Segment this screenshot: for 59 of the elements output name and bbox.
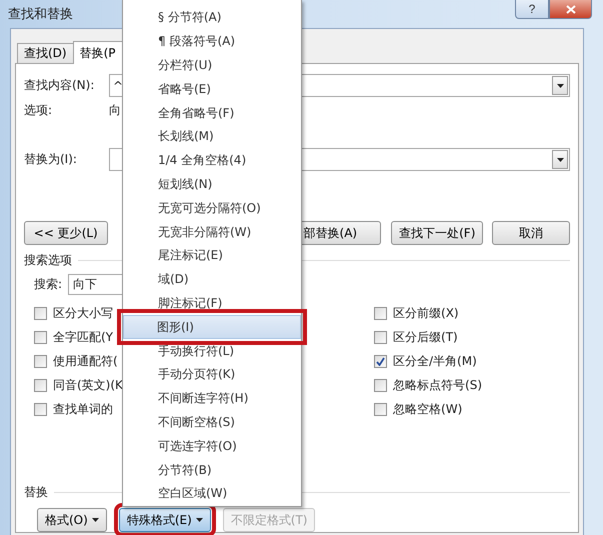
dialog-button[interactable]: 查找下一处(F): [391, 221, 484, 245]
window-title: 查找和替换: [8, 6, 73, 23]
dialog-button[interactable]: << 更少(L): [24, 221, 108, 245]
caret-icon: [556, 84, 564, 88]
menu-item[interactable]: 短划线(N): [125, 172, 299, 196]
menu-item[interactable]: 全角省略号(F): [125, 101, 299, 125]
section-heading: 搜索选项: [24, 252, 72, 268]
menu-item[interactable]: 1/4 全角空格(4): [125, 148, 299, 173]
menu-item[interactable]: ¶ 段落符号(A): [125, 30, 299, 54]
checkbox-label: 区分后缀(T): [393, 328, 458, 346]
close-button[interactable]: [549, 0, 592, 19]
checkbox-label: 区分前缀(X): [393, 304, 459, 322]
field-label: 查找内容(N):: [24, 77, 96, 94]
tab[interactable]: 替换(P: [72, 41, 123, 64]
menu-item[interactable]: 脚注标记(F): [125, 292, 299, 316]
checkbox-label: 全字匹配(Y: [53, 328, 114, 346]
checkbox[interactable]: [374, 402, 388, 416]
section-heading: 替换: [24, 484, 48, 500]
menu-item[interactable]: 不间断空格(S): [125, 410, 299, 434]
menu-item[interactable]: 尾注标记(E): [125, 244, 299, 268]
checkbox[interactable]: [374, 354, 388, 368]
dropdown-button[interactable]: 格式(O): [37, 508, 107, 532]
menu-item[interactable]: 分节符(B): [125, 458, 299, 482]
checkbox-label: 忽略标点符号(S): [393, 376, 482, 394]
close-icon: [566, 4, 576, 14]
menu-item[interactable]: 无宽可选分隔符(O): [125, 196, 299, 220]
checkbox-label: 同音(英文)(K: [53, 376, 123, 394]
field-label: 替换为(I):: [24, 151, 78, 168]
menu-item[interactable]: 空白区域(W): [125, 482, 299, 506]
menu-item[interactable]: 手动换行符(L): [125, 339, 299, 363]
checkbox-label: 忽略空格(W): [393, 400, 462, 418]
search-label: 搜索:: [34, 276, 62, 292]
menu-item[interactable]: 可选连字符(O): [125, 434, 299, 458]
checkbox-label: 查找单词的: [53, 400, 113, 418]
checkbox[interactable]: [34, 378, 47, 392]
checkbox-label: 区分全/半角(M): [393, 352, 477, 370]
options-value: 向: [109, 102, 121, 118]
checkbox[interactable]: [374, 306, 388, 320]
checkbox[interactable]: [34, 330, 47, 344]
checkbox[interactable]: [374, 378, 388, 392]
menu-item[interactable]: 不间断连字符(H): [125, 386, 299, 411]
menu-item[interactable]: 手动分页符(K): [125, 362, 299, 387]
caret-icon: [92, 518, 99, 522]
checkbox-label: 使用通配符(: [53, 352, 118, 370]
help-button[interactable]: ?: [515, 0, 549, 19]
tab[interactable]: 查找(D): [17, 43, 74, 63]
options-label: 选项:: [24, 102, 54, 118]
caret-icon: [196, 518, 203, 522]
dialog-button[interactable]: 取消: [492, 221, 570, 245]
checkbox[interactable]: [34, 402, 47, 416]
checkbox[interactable]: [34, 354, 47, 368]
checkbox[interactable]: [374, 330, 388, 344]
menu-item[interactable]: 无宽非分隔符(W): [125, 220, 299, 244]
format-button: 不限定格式(T): [222, 508, 316, 532]
caret-icon: [556, 158, 564, 162]
checkbox[interactable]: [34, 306, 47, 320]
checkbox-label: 区分大小写: [53, 304, 113, 322]
menu-item[interactable]: § 分节符(A): [125, 6, 299, 30]
menu-item[interactable]: 长划线(M): [125, 124, 299, 149]
